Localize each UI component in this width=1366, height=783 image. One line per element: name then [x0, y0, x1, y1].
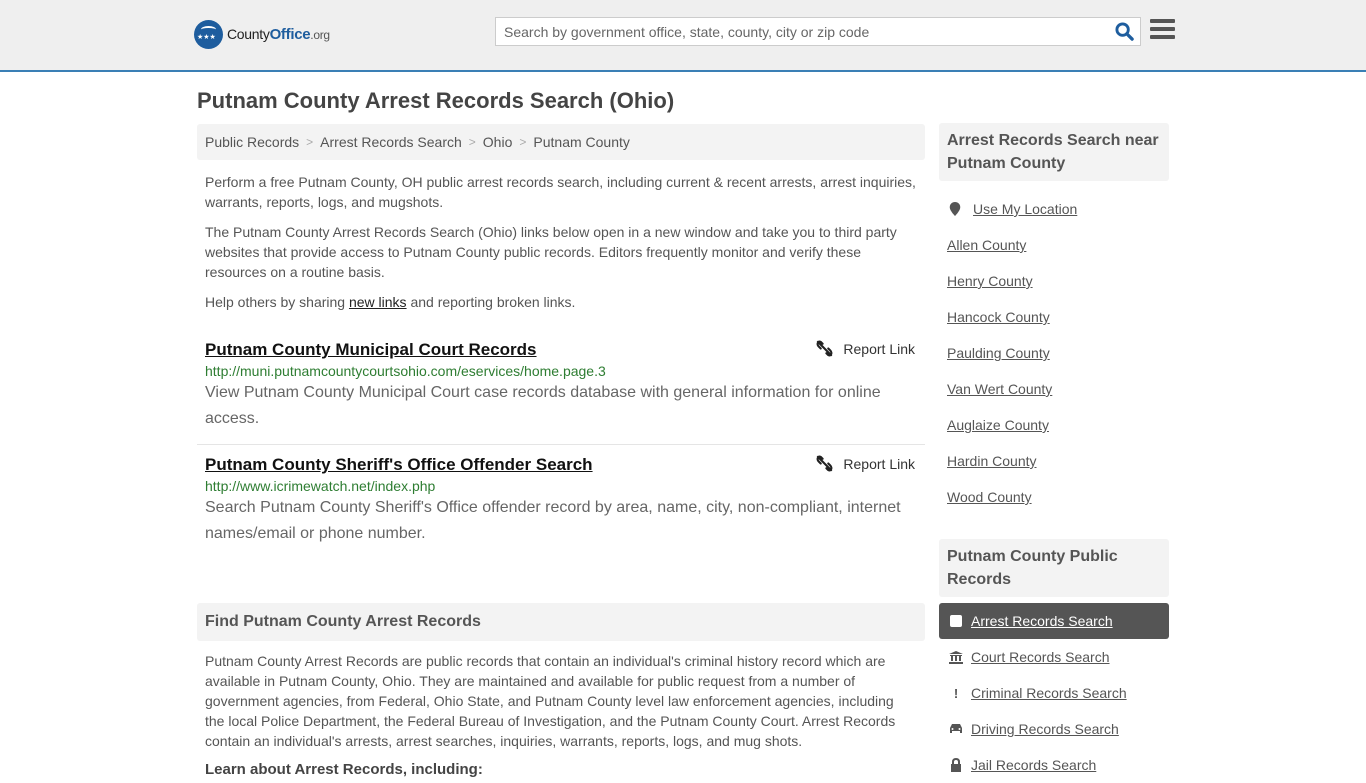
- find-records-body: Putnam County Arrest Records are public …: [205, 653, 896, 749]
- public-records-heading: Putnam County Public Records: [939, 539, 1169, 597]
- link-list: Putnam County Municipal Court Records Re…: [197, 330, 925, 559]
- report-link-label: Report Link: [843, 455, 915, 472]
- learn-heading: Learn about Arrest Records, including:: [205, 761, 483, 778]
- breadcrumb-arrest-records[interactable]: Arrest Records Search: [320, 134, 462, 150]
- square-icon: [949, 614, 963, 628]
- list-item: Putnam County Municipal Court Records Re…: [197, 330, 925, 445]
- breadcrumb-separator: >: [519, 135, 527, 149]
- search-icon: [1114, 22, 1134, 41]
- report-link-label: Report Link: [843, 340, 915, 357]
- nearby-county-item: Van Wert County: [947, 371, 1161, 407]
- nearby-county-link[interactable]: Allen County: [947, 237, 1026, 253]
- nearby-county-item: Hancock County: [947, 299, 1161, 335]
- sidebar: Arrest Records Search near Putnam County…: [939, 123, 1169, 783]
- breadcrumb-current: Putnam County: [533, 134, 630, 150]
- nearby-county-item: Henry County: [947, 263, 1161, 299]
- nearby-county-link[interactable]: Henry County: [947, 273, 1033, 289]
- search-bar: [495, 17, 1141, 46]
- eagle-logo-icon: [194, 20, 223, 49]
- records-link[interactable]: Arrest Records Search: [971, 613, 1113, 629]
- lock-icon: [949, 758, 963, 772]
- main-content: Public Records > Arrest Records Search >…: [197, 124, 925, 778]
- intro: Perform a free Putnam County, OH public …: [197, 172, 925, 312]
- car-icon: [949, 722, 963, 736]
- nearby-county-link[interactable]: Wood County: [947, 489, 1032, 505]
- records-link[interactable]: Criminal Records Search: [971, 685, 1127, 701]
- nearby-county-item: Paulding County: [947, 335, 1161, 371]
- exclamation-icon: !: [953, 685, 959, 701]
- share-paragraph: Help others by sharing new links and rep…: [205, 294, 576, 310]
- find-records-heading: Find Putnam County Arrest Records: [197, 603, 925, 641]
- logo-text: CountyOffice.org: [227, 26, 330, 43]
- link-description: Search Putnam County Sheriff's Office of…: [205, 499, 901, 542]
- nearby-list: Use My Location Allen County Henry Count…: [939, 181, 1169, 519]
- intro-paragraph: Perform a free Putnam County, OH public …: [205, 174, 916, 210]
- breadcrumb: Public Records > Arrest Records Search >…: [197, 124, 925, 160]
- use-location-item: Use My Location: [947, 191, 1161, 227]
- records-item-driving[interactable]: Driving Records Search: [939, 711, 1169, 747]
- report-link-button[interactable]: Report Link: [816, 455, 915, 472]
- records-item-jail[interactable]: Jail Records Search: [939, 747, 1169, 783]
- breadcrumb-public-records[interactable]: Public Records: [205, 134, 299, 150]
- nearby-heading: Arrest Records Search near Putnam County: [939, 123, 1169, 181]
- nearby-county-link[interactable]: Paulding County: [947, 345, 1050, 361]
- nearby-county-link[interactable]: Van Wert County: [947, 381, 1052, 397]
- public-records-list: Arrest Records Search Court Records Sear…: [939, 597, 1169, 783]
- link-url: http://www.icrimewatch.net/index.php: [205, 478, 436, 494]
- search-input[interactable]: [496, 23, 1108, 40]
- nearby-county-link[interactable]: Hancock County: [947, 309, 1050, 325]
- site-logo[interactable]: CountyOffice.org: [194, 20, 330, 49]
- link-title[interactable]: Putnam County Sheriff's Office Offender …: [205, 455, 593, 475]
- nearby-county-link[interactable]: Auglaize County: [947, 417, 1049, 433]
- records-item-court[interactable]: Court Records Search: [939, 639, 1169, 675]
- use-my-location-link[interactable]: Use My Location: [973, 201, 1077, 217]
- courthouse-icon: [949, 650, 963, 664]
- link-url: http://muni.putnamcountycourtsohio.com/e…: [205, 363, 606, 379]
- link-title[interactable]: Putnam County Municipal Court Records: [205, 340, 537, 360]
- nearby-county-item: Allen County: [947, 227, 1161, 263]
- breadcrumb-separator: >: [306, 135, 314, 149]
- broken-link-icon: [816, 340, 833, 357]
- nearby-county-link[interactable]: Hardin County: [947, 453, 1037, 469]
- breadcrumb-separator: >: [468, 135, 476, 149]
- intro-paragraph: The Putnam County Arrest Records Search …: [205, 224, 897, 280]
- search-button[interactable]: [1108, 18, 1140, 45]
- records-link[interactable]: Court Records Search: [971, 649, 1110, 665]
- map-marker-icon: [949, 202, 961, 216]
- nearby-county-item: Wood County: [947, 479, 1161, 515]
- link-description: View Putnam County Municipal Court case …: [205, 384, 881, 427]
- broken-link-icon: [816, 455, 833, 472]
- nearby-county-item: Hardin County: [947, 443, 1161, 479]
- new-links-link[interactable]: new links: [349, 294, 407, 310]
- nearby-county-item: Auglaize County: [947, 407, 1161, 443]
- breadcrumb-ohio[interactable]: Ohio: [483, 134, 513, 150]
- site-header: CountyOffice.org: [0, 0, 1366, 72]
- records-item-criminal[interactable]: ! Criminal Records Search: [939, 675, 1169, 711]
- hamburger-menu-icon[interactable]: [1150, 19, 1175, 41]
- records-link[interactable]: Jail Records Search: [971, 757, 1096, 773]
- page-title: Putnam County Arrest Records Search (Ohi…: [197, 88, 675, 113]
- report-link-button[interactable]: Report Link: [816, 340, 915, 357]
- records-item-arrest[interactable]: Arrest Records Search: [939, 603, 1169, 639]
- records-link[interactable]: Driving Records Search: [971, 721, 1119, 737]
- list-item: Putnam County Sheriff's Office Offender …: [197, 445, 925, 559]
